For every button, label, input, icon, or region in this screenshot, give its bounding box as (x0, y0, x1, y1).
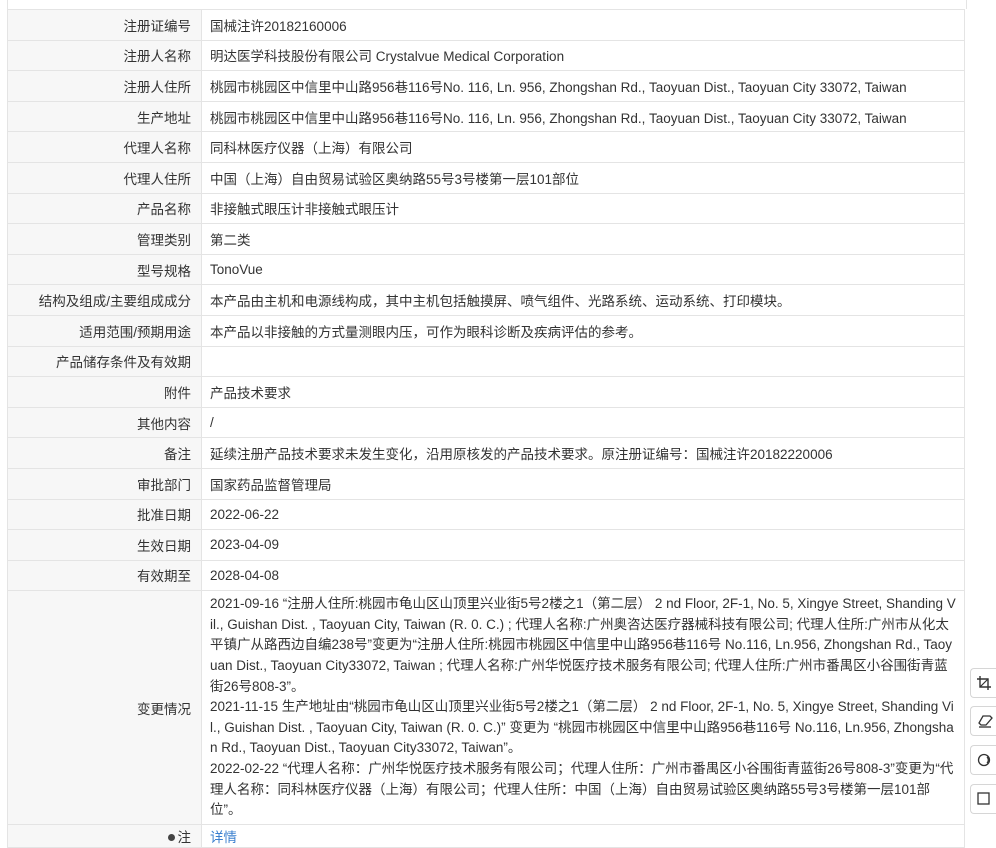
table-row-details: 注 详情 (7, 823, 965, 848)
table-row: 生效日期 2023-04-09 (7, 529, 965, 561)
row-value: 桃园市桃园区中信里中山路956巷116号No. 116, Ln. 956, Zh… (201, 70, 965, 102)
row-value: 同科林医疗仪器（上海）有限公司 (201, 131, 965, 163)
row-label: 适用范围/预期用途 (7, 314, 202, 347)
details-label: 注 (177, 829, 192, 845)
row-value: / (201, 406, 965, 439)
table-row: 注册人名称 明达医学科技股份有限公司 Crystalvue Medical Cor… (7, 39, 965, 72)
details-value: 详情 (201, 823, 965, 848)
row-label: 备注 (7, 437, 202, 469)
row-value: 第二类 (201, 223, 965, 255)
square-icon (977, 792, 990, 805)
crop-icon (977, 676, 991, 690)
details-link[interactable]: 详情 (210, 830, 237, 845)
bullet-icon (167, 833, 175, 841)
table-row: 批准日期 2022-06-22 (7, 498, 965, 531)
row-label: 附件 (7, 376, 202, 408)
row-value: 延续注册产品技术要求未发生变化，沿用原核发的产品技术要求。原注册证编号：国械注许… (201, 437, 965, 469)
table-row: 产品储存条件及有效期 (7, 345, 965, 378)
registration-info-table: 注册证编号 国械注许20182160006 注册人名称 明达医学科技股份有限公司 C… (7, 9, 965, 848)
row-value: 国家药品监督管理局 (201, 467, 965, 500)
table-row: 代理人名称 同科林医疗仪器（上海）有限公司 (7, 131, 965, 163)
row-value: 桃园市桃园区中信里中山路956巷116号No. 116, Ln. 956, Zh… (201, 100, 965, 133)
details-label-cell: 注 (7, 823, 202, 848)
square-tool-button[interactable] (970, 784, 996, 814)
row-label: 注册证编号 (7, 9, 202, 41)
eraser-tool-button[interactable] (970, 706, 996, 736)
table-row: 备注 延续注册产品技术要求未发生变化，沿用原核发的产品技术要求。原注册证编号：国械… (7, 437, 965, 469)
table-row: 型号规格 TonoVue (7, 253, 965, 286)
table-row: 产品名称 非接触式眼压计非接触式眼压计 (7, 192, 965, 225)
change-entry: 2021-09-16 “注册人住所:桃园市龟山区山顶里兴业街5号2楼之1（第二层… (210, 596, 956, 694)
row-label: 管理类别 (7, 223, 202, 255)
row-label: 审批部门 (7, 467, 202, 500)
row-value: 本产品以非接触的方式量测眼内压，可作为眼科诊断及疾病评估的参考。 (201, 314, 965, 347)
row-label: 结构及组成/主要组成成分 (7, 284, 202, 316)
row-label: 生产地址 (7, 100, 202, 133)
row-value: 产品技术要求 (201, 376, 965, 408)
table-row: 审批部门 国家药品监督管理局 (7, 467, 965, 500)
table-row: 注册人住所 桃园市桃园区中信里中山路956巷116号No. 116, Ln. 95… (7, 70, 965, 102)
crop-tool-button[interactable] (970, 668, 996, 698)
circle-tool-button[interactable] (970, 745, 996, 775)
row-label: 代理人住所 (7, 161, 202, 194)
row-label: 产品储存条件及有效期 (7, 345, 202, 378)
row-value: 国械注许20182160006 (201, 9, 965, 41)
row-label: 其他内容 (7, 406, 202, 439)
table-row: 管理类别 第二类 (7, 223, 965, 255)
circle-toggle-icon (977, 753, 991, 767)
row-value: 明达医学科技股份有限公司 Crystalvue Medical Corporat… (201, 39, 965, 72)
table-row: 代理人住所 中国（上海）自由贸易试验区奥纳路55号3号楼第一层101部位 (7, 161, 965, 194)
row-value: 中国（上海）自由贸易试验区奥纳路55号3号楼第一层101部位 (201, 161, 965, 194)
eraser-icon (978, 715, 993, 728)
table-row: 其他内容 / (7, 406, 965, 439)
change-entry: 2021-11-15 生产地址由“桃园市龟山区山顶里兴业街5号2楼之1（第二层）… (210, 699, 954, 756)
table-row: 注册证编号 国械注许20182160006 (7, 9, 965, 41)
row-value: TonoVue (201, 253, 965, 286)
row-label: 型号规格 (7, 253, 202, 286)
table-row: 生产地址 桃园市桃园区中信里中山路956巷116号No. 116, Ln. 956… (7, 100, 965, 133)
row-value (201, 345, 965, 378)
table-row-changes: 变更情况 2021-09-16 “注册人住所:桃园市龟山区山顶里兴业街5号2楼之… (7, 590, 965, 825)
table-row: 有效期至 2028-04-08 (7, 559, 965, 592)
change-entry: 2022-02-22 “代理人名称：广州华悦医疗技术服务有限公司；代理人住所：广… (210, 761, 954, 818)
table-top-edge (7, 0, 967, 9)
row-label: 代理人名称 (7, 131, 202, 163)
row-label: 产品名称 (7, 192, 202, 225)
table-row: 适用范围/预期用途 本产品以非接触的方式量测眼内压，可作为眼科诊断及疾病评估的参考… (7, 314, 965, 347)
row-label: 注册人住所 (7, 70, 202, 102)
row-value: 2022-06-22 (201, 498, 965, 531)
row-label: 生效日期 (7, 529, 202, 561)
row-label: 有效期至 (7, 559, 202, 592)
row-label: 批准日期 (7, 498, 202, 531)
row-value: 2028-04-08 (201, 559, 965, 592)
row-label: 注册人名称 (7, 39, 202, 72)
row-value: 2023-04-09 (201, 529, 965, 561)
table-row: 结构及组成/主要组成成分 本产品由主机和电源线构成，其中主机包括触摸屏、喷气组件、… (7, 284, 965, 316)
row-value: 本产品由主机和电源线构成，其中主机包括触摸屏、喷气组件、光路系统、运动系统、打印… (201, 284, 965, 316)
row-value: 非接触式眼压计非接触式眼压计 (201, 192, 965, 225)
changes-label: 变更情况 (7, 590, 202, 825)
changes-value: 2021-09-16 “注册人住所:桃园市龟山区山顶里兴业街5号2楼之1（第二层… (201, 590, 965, 825)
table-row: 附件 产品技术要求 (7, 376, 965, 408)
